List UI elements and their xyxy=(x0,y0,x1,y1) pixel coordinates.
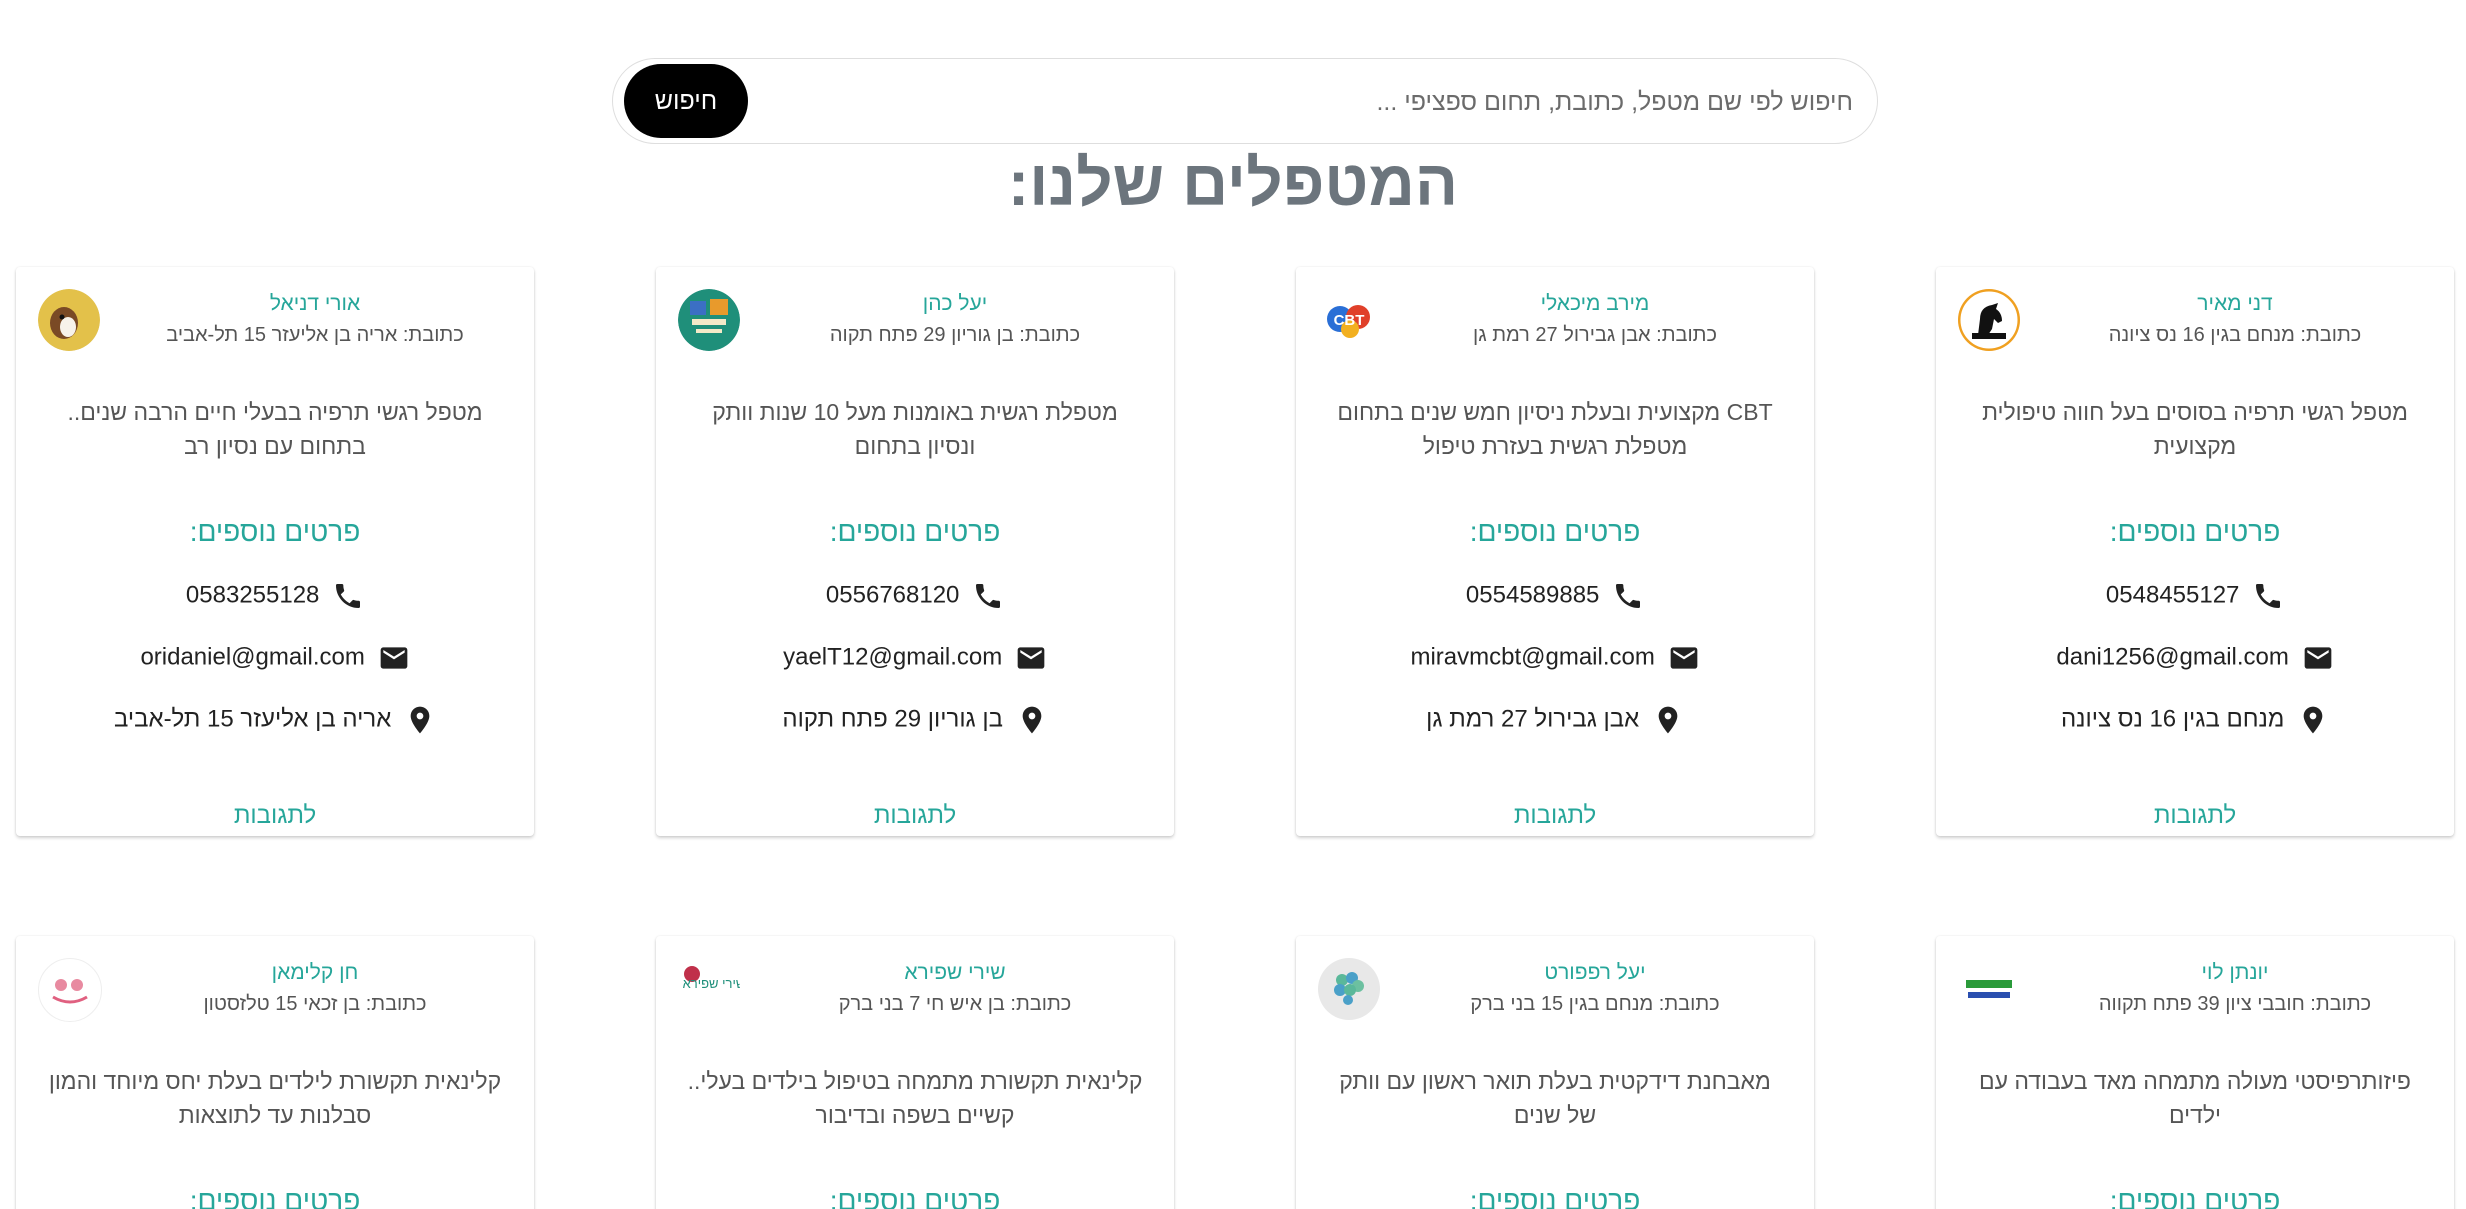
location-row: מנחם בגין 16 נס ציונה xyxy=(1936,703,2454,736)
page: חיפוש המטפלים שלנו: דני מאיר כתובת: מנחם… xyxy=(0,0,2466,1209)
phone-icon xyxy=(336,583,361,608)
therapist-card: CBT מירב מיכאלי כתובת: אבן גבירול 27 רמת… xyxy=(1296,267,1814,836)
email-row: oridaniel@gmail.com xyxy=(16,641,534,674)
therapist-description: מטפלת רגשית באומנות מעל 10 שנות וותק ונס… xyxy=(712,399,1118,459)
therapist-address: כתובת: בן גוריון 29 פתח תקוה xyxy=(829,324,1081,346)
svg-text:שירי שפירא: שירי שפירא xyxy=(683,976,740,991)
cbt-logo-icon: CBT xyxy=(1318,289,1380,351)
speech-therapy-logo-icon: שירי שפירא xyxy=(678,958,740,1020)
mail-icon xyxy=(1017,646,1045,669)
phone-number[interactable]: 0556768120 xyxy=(826,582,959,609)
more-details-title: פרטים נוספים: xyxy=(829,1185,1001,1209)
therapist-name: חן קלימאן xyxy=(271,961,359,984)
email-address[interactable]: oridaniel@gmail.com xyxy=(140,644,364,671)
kids-logo-icon xyxy=(38,958,102,1022)
search-input[interactable] xyxy=(851,77,1855,127)
location-text: מנחם בגין 16 נס ציונה xyxy=(2060,705,2285,733)
location-pin-icon xyxy=(410,706,430,733)
more-details-title: פרטים נוספים: xyxy=(1469,516,1641,547)
therapist-address: כתובת: אריה בן אליעזר 15 תל-אביב xyxy=(166,324,464,346)
art-therapy-logo-icon xyxy=(678,289,740,351)
brain-logo-icon xyxy=(1318,958,1380,1020)
more-details-title: פרטים נוספים: xyxy=(2109,1185,2281,1209)
more-details-title: פרטים נוספים: xyxy=(189,1185,361,1209)
reactions-link[interactable]: לתגובות xyxy=(1296,801,1814,831)
therapist-card: יעל כהן כתובת: בן גוריון 29 פתח תקוה מטפ… xyxy=(656,267,1174,836)
phone-icon xyxy=(2256,583,2281,608)
therapist-description: קלינאית תקשורת לילדים בעלת יחס מיוחד והמ… xyxy=(48,1068,502,1128)
location-row: אבן גבירול 27 רמת גן xyxy=(1296,703,1814,736)
therapist-description: מטפל רגשי תרפיה בבעלי חיים הרבה שנים.. ב… xyxy=(67,399,483,459)
therapist-description: קלינאית תקשורת מתמחה בטיפול בילדים בעלי.… xyxy=(687,1068,1143,1128)
therapist-address: כתובת: אבן גבירול 27 רמת גן xyxy=(1473,324,1717,346)
email-row: dani1256@gmail.com xyxy=(1936,641,2454,674)
therapist-name: אורי דניאל xyxy=(269,292,361,315)
reactions-link[interactable]: לתגובות xyxy=(16,801,534,831)
search-button[interactable]: חיפוש xyxy=(624,64,748,138)
reactions-link[interactable]: לתגובות xyxy=(1936,801,2454,831)
therapist-card: יונתן לוי כתובת: חובבי ציון 39 פתח תקווה… xyxy=(1936,936,2454,1209)
phone-icon xyxy=(1616,583,1641,608)
location-pin-icon xyxy=(1022,706,1041,733)
mail-icon xyxy=(380,646,407,669)
location-row: אריה בן אליעזר 15 תל-אביב xyxy=(16,703,534,736)
page-title: המטפלים שלנו: xyxy=(1007,147,1459,219)
email-row: yaelT12@gmail.com xyxy=(656,641,1174,674)
therapist-card: אורי דניאל כתובת: אריה בן אליעזר 15 תל-א… xyxy=(16,267,534,836)
therapist-card: דני מאיר כתובת: מנחם בגין 16 נס ציונה מט… xyxy=(1936,267,2454,836)
email-address[interactable]: dani1256@gmail.com xyxy=(2056,644,2289,671)
more-details-title: פרטים נוספים: xyxy=(189,516,361,547)
location-text: אריה בן אליעזר 15 תל-אביב xyxy=(114,705,392,733)
location-pin-icon xyxy=(1658,706,1678,733)
therapist-name: יונתן לוי xyxy=(2201,961,2269,984)
email-row: miravmcbt@gmail.com xyxy=(1296,641,1814,674)
email-address[interactable]: yaelT12@gmail.com xyxy=(783,644,1002,671)
location-text: אבן גבירול 27 רמת גן xyxy=(1426,705,1640,733)
mail-icon xyxy=(1670,646,1697,669)
reactions-link[interactable]: לתגובות xyxy=(656,801,1174,831)
therapist-name: יעל רפפורט xyxy=(1544,961,1646,984)
phone-number[interactable]: 0583255128 xyxy=(186,582,319,609)
therapist-description: מאבחנת דידקטית בעלת תואר ראשון עם וותק ש… xyxy=(1339,1068,1771,1128)
therapist-description: CBT מקצועית ובעלת ניסיון חמש שנים בתחום … xyxy=(1337,399,1773,459)
therapist-address: כתובת: חובבי ציון 39 פתח תקווה xyxy=(2098,993,2372,1015)
therapist-card: חן קלימאן כתובת: בן זכאי 15 טלזסטון קלינ… xyxy=(16,936,534,1209)
therapist-address: כתובת: מנחם בגין 15 בני ברק xyxy=(1470,993,1720,1015)
location-pin-icon xyxy=(2303,706,2323,733)
therapist-address: כתובת: בן איש חי 7 בני ברק xyxy=(838,993,1072,1015)
therapist-name: שירי שפירא xyxy=(904,961,1006,984)
phone-row: 0554589885 xyxy=(1296,579,1814,612)
location-text: בן גוריון 29 פתח תקוה xyxy=(782,705,1003,733)
phone-row: 0548455127 xyxy=(1936,579,2454,612)
more-details-title: פרטים נוספים: xyxy=(2109,516,2281,547)
therapist-card: שירי שפירא שירי שפירא כתובת: בן איש חי 7… xyxy=(656,936,1174,1209)
therapist-address: כתובת: בן זכאי 15 טלזסטון xyxy=(203,993,427,1015)
phone-number[interactable]: 0554589885 xyxy=(1466,582,1599,609)
therapist-description: מטפל רגשי תרפיה בסוסים בעל חווה טיפולית … xyxy=(1982,399,2408,459)
dog-photo-icon xyxy=(38,289,100,351)
phone-row: 0556768120 xyxy=(656,579,1174,612)
phone-row: 0583255128 xyxy=(16,579,534,612)
therapist-address: כתובת: מנחם בגין 16 נס ציונה xyxy=(2108,324,2362,346)
physio-logo-icon xyxy=(1958,958,2020,1020)
phone-icon xyxy=(976,583,1001,608)
therapist-description: פיזותרפיסטי מעולה מתמחה מאד בעבודה עם יל… xyxy=(1979,1068,2411,1128)
phone-number[interactable]: 0548455127 xyxy=(2106,582,2239,609)
search-bar: חיפוש xyxy=(612,58,1878,144)
more-details-title: פרטים נוספים: xyxy=(829,516,1001,547)
mail-icon xyxy=(2304,646,2331,669)
location-row: בן גוריון 29 פתח תקוה xyxy=(656,703,1174,736)
therapist-name: מירב מיכאלי xyxy=(1540,292,1650,315)
therapist-card: יעל רפפורט כתובת: מנחם בגין 15 בני ברק מ… xyxy=(1296,936,1814,1209)
therapist-name: יעל כהן xyxy=(922,292,988,315)
horse-logo-icon xyxy=(1958,289,2020,351)
email-address[interactable]: miravmcbt@gmail.com xyxy=(1410,644,1654,671)
svg-text:CBT: CBT xyxy=(1334,312,1365,329)
therapist-name: דני מאיר xyxy=(2197,292,2273,315)
more-details-title: פרטים נוספים: xyxy=(1469,1185,1641,1209)
